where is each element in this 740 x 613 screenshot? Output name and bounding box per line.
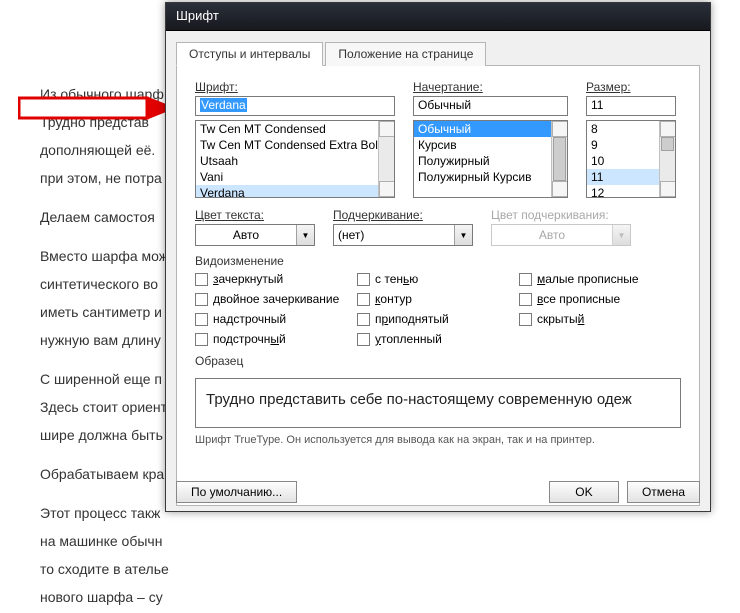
dialog-titlebar[interactable]: Шрифт	[166, 3, 710, 31]
truetype-hint: Шрифт TrueType. Он используется для выво…	[195, 434, 681, 446]
chk-outline[interactable]: контур	[357, 292, 519, 306]
cancel-button[interactable]: Отмена	[627, 481, 700, 503]
chk-smallcaps[interactable]: малые прописные	[519, 272, 681, 286]
tab-position[interactable]: Положение на странице	[325, 42, 486, 66]
chk-superscript[interactable]: надстрочный	[195, 312, 357, 326]
style-input[interactable]: Обычный	[413, 96, 568, 116]
chk-double-strike[interactable]: двойное зачеркивание	[195, 292, 357, 306]
size-listbox[interactable]: 8 9 10 11 12 ▲ ▼	[586, 120, 676, 198]
chk-emboss[interactable]: приподнятый	[357, 312, 519, 326]
effects-label: Видоизменение	[195, 254, 681, 268]
font-label: Шрифт:	[195, 80, 395, 94]
chevron-down-icon: ▼	[454, 225, 472, 245]
sample-label: Образец	[195, 354, 681, 368]
font-input[interactable]: Verdana	[195, 96, 395, 116]
chk-text: ачеркнутый	[219, 272, 284, 286]
chevron-down-icon: ▼	[296, 225, 314, 245]
ok-button[interactable]: OK	[549, 481, 619, 503]
default-button[interactable]: По умолчанию...	[176, 481, 297, 503]
size-label: Размер:	[586, 80, 676, 94]
chk-strikethrough[interactable]: зачеркнутый	[195, 272, 357, 286]
size-input[interactable]: 11	[586, 96, 676, 116]
style-label: Начертание:	[413, 80, 568, 94]
tab-strip: Отступы и интервалы Положение на страниц…	[176, 41, 700, 66]
underline-color-combo: Авто▼	[491, 224, 631, 246]
chk-hidden[interactable]: скрытый	[519, 312, 681, 326]
underline-label: Подчеркивание:	[333, 208, 473, 222]
color-label: Цвет текста:	[195, 208, 315, 222]
sample-box: Трудно представить себе по-настоящему со…	[195, 378, 681, 428]
tab-indents[interactable]: Отступы и интервалы	[176, 42, 323, 66]
style-listbox[interactable]: Обычный Курсив Полужирный Полужирный Кур…	[413, 120, 568, 198]
chk-shadow[interactable]: с тенью	[357, 272, 519, 286]
chk-subscript[interactable]: подстрочный	[195, 332, 357, 346]
color-combo[interactable]: Авто▼	[195, 224, 315, 246]
style-scrollbar[interactable]: ▲ ▼	[551, 121, 567, 197]
font-scrollbar[interactable]: ▲ ▼	[378, 121, 394, 197]
chk-allcaps[interactable]: все прописные	[519, 292, 681, 306]
chevron-down-icon: ▼	[612, 225, 630, 245]
size-scrollbar[interactable]: ▲ ▼	[659, 121, 675, 197]
chk-engrave[interactable]: утопленный	[357, 332, 519, 346]
font-dialog: Шрифт Отступы и интервалы Положение на с…	[165, 2, 711, 512]
font-listbox[interactable]: Tw Cen MT Condensed Tw Cen MT Condensed …	[195, 120, 395, 198]
underline-color-label: Цвет подчеркивания:	[491, 208, 631, 222]
underline-combo[interactable]: (нет)▼	[333, 224, 473, 246]
